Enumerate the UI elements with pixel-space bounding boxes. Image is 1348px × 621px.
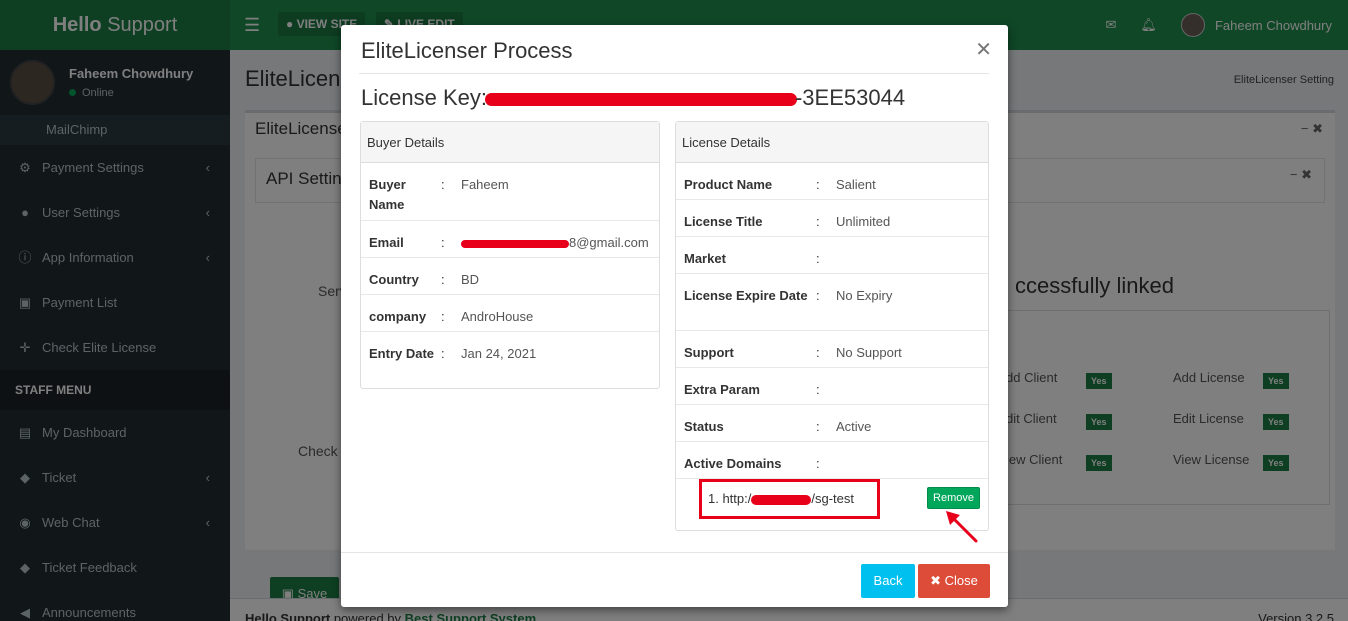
detail-row: Support: No Support [676,331,988,368]
colon: : [816,382,820,397]
arrow-icon [946,511,978,543]
detail-value: Salient [836,177,876,192]
redaction-mark [461,239,569,248]
colon: : [441,177,445,192]
colon: : [816,251,820,266]
modal-footer: Back ✖ Close [341,552,1008,607]
detail-row: company: AndroHouse [361,295,659,332]
detail-value: Unlimited [836,214,891,229]
license-details-panel: License Details Product Name: Salient Lic… [675,121,989,543]
buyer-details-panel: Buyer Details Buyer Name: Faheem Email: 8@… [360,121,660,389]
detail-key: Status [684,419,724,434]
detail-key: Market [684,251,726,266]
close-button[interactable]: ✖ Close [918,564,990,598]
divider [359,73,989,74]
active-domain-row: 1. http://sg-test Remove [676,479,988,543]
detail-value: Active [836,419,872,434]
detail-value: Faheem [461,177,509,192]
colon: : [816,456,820,471]
detail-row: Market: [676,237,988,274]
detail-row: Extra Param: [676,368,988,405]
detail-row: Email: 8@gmail.com [361,221,659,258]
redaction-mark [751,494,812,505]
detail-key: Support [684,345,734,360]
detail-value: No Support [836,345,902,360]
detail-row: Country: BD [361,258,659,295]
detail-row: Status: Active [676,405,988,442]
colon: : [816,419,820,434]
remove-domain-button[interactable]: Remove [927,487,980,509]
detail-value: No Expiry [836,288,893,303]
colon: : [816,345,820,360]
domain-url: 1. http://sg-test [708,491,854,506]
modal-title: EliteLicenser Process [361,38,573,63]
colon: : [441,309,445,324]
detail-key: Product Name [684,177,773,192]
license-key: License Key: -3EE53044 [361,85,906,110]
panel-heading: License Details [676,122,988,163]
detail-value: BD [461,272,480,287]
colon: : [441,235,445,250]
colon: : [816,177,820,192]
detail-value: 8@gmail.com [461,233,649,250]
detail-key: License Expire Date [684,288,808,303]
x-icon: ✖ [930,573,942,588]
colon: : [816,214,820,229]
detail-row: License Expire Date: No Expiry [676,274,988,331]
back-button[interactable]: Back [861,564,915,598]
detail-key: Active Domains [684,456,782,471]
panel-heading: Buyer Details [361,122,659,163]
detail-value: Jan 24, 2021 [461,346,537,361]
detail-key: company [369,309,427,324]
elitelicenser-process-modal: EliteLicenser Process ✕ License Key: -3EE… [341,25,1008,607]
detail-key: Email [369,235,404,250]
colon: : [441,346,445,361]
colon: : [816,288,820,303]
detail-row: Buyer Name: Faheem [361,163,659,221]
detail-value: AndroHouse [461,309,534,324]
detail-key: Entry Date [369,346,435,361]
detail-key: Buyer Name [369,177,406,212]
close-icon[interactable]: ✕ [975,37,992,62]
detail-key: License Title [684,214,763,229]
detail-row: License Title: Unlimited [676,200,988,237]
detail-key: Extra Param [684,382,760,397]
colon: : [441,272,445,287]
redaction-mark [484,92,797,106]
detail-row: Product Name: Salient [676,163,988,200]
detail-key: Country [369,272,419,287]
detail-row: Entry Date: Jan 24, 2021 [361,332,659,388]
detail-row: Active Domains: [676,442,988,479]
